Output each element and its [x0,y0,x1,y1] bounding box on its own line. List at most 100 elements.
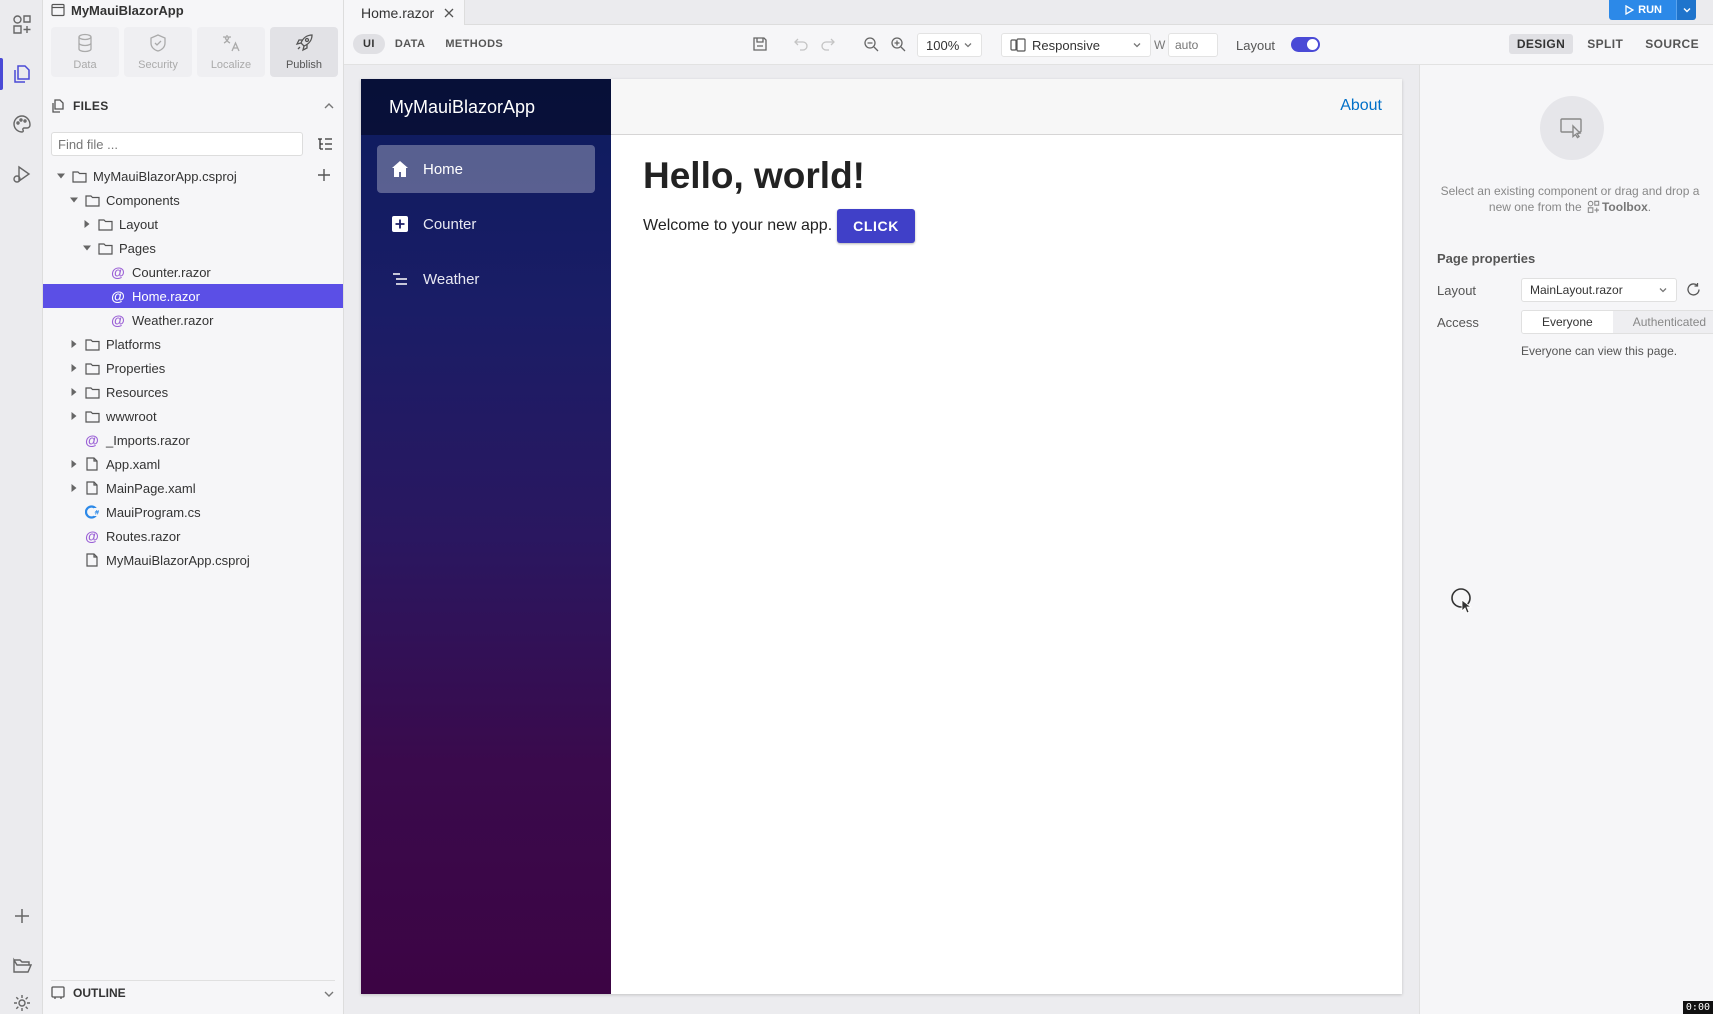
run-debug-activity-button[interactable] [0,154,43,194]
mode-ui[interactable]: UI [353,34,385,54]
tree-item[interactable]: wwwroot [43,404,343,428]
device-select[interactable]: Responsive [1001,33,1151,57]
caret-right-icon[interactable] [68,364,80,372]
toolbox-activity-button[interactable] [0,4,43,44]
preview-nav-weather[interactable]: Weather [377,255,595,303]
files-section-header[interactable]: FILES [51,94,335,118]
theme-activity-button[interactable] [0,104,43,144]
preview-nav-label: Home [423,160,464,178]
tree-item[interactable]: Resources [43,380,343,404]
tree-item[interactable]: @ _Imports.razor [43,428,343,452]
play-icon [1625,5,1635,15]
open-folder-activity-button[interactable] [0,946,43,986]
tree-item[interactable]: Platforms [43,332,343,356]
mode-data[interactable]: DATA [385,34,436,54]
caret-down-icon[interactable] [68,196,80,204]
view-source[interactable]: SOURCE [1637,34,1707,54]
tree-item[interactable]: MyMauiBlazorApp.csproj [43,164,343,188]
select-component-placeholder [1540,96,1604,160]
plus-icon[interactable] [317,168,331,182]
tree-view-toggle-button[interactable] [311,132,339,156]
width-label: W [1154,38,1166,52]
preview-about-link[interactable]: About [1340,97,1382,115]
zoom-select[interactable]: 100% [917,33,982,57]
data-tool-button[interactable]: Data [51,27,119,77]
list-icon [393,273,407,285]
tree-item[interactable]: MainPage.xaml [43,476,343,500]
preview-click-button[interactable]: CLICK [837,209,915,243]
tree-item[interactable]: @ Weather.razor [43,308,343,332]
find-file-input[interactable] [51,132,303,156]
save-icon[interactable] [752,36,768,52]
tree-item[interactable]: # MauiProgram.cs [43,500,343,524]
layout-toggle[interactable] [1291,37,1320,52]
view-split[interactable]: SPLIT [1579,34,1631,54]
zoom-value: 100% [926,37,960,53]
tree-item[interactable]: MyMauiBlazorApp.csproj [43,548,343,572]
tree-item[interactable]: @ Counter.razor [43,260,343,284]
refresh-icon[interactable] [1686,282,1701,297]
localize-tool-button[interactable]: Localize [197,27,265,77]
mode-methods[interactable]: METHODS [435,34,513,54]
zoom-in-icon[interactable] [890,36,906,52]
tree-item-label: MyMauiBlazorApp.csproj [93,168,237,184]
caret-right-icon[interactable] [68,460,80,468]
caret-right-icon[interactable] [68,412,80,420]
zoom-out-icon[interactable] [863,36,879,52]
tree-item[interactable]: Pages [43,236,343,260]
files-icon [52,99,64,113]
chevron-down-icon[interactable] [323,988,335,1000]
toolbox-link[interactable]: Toolbox [1602,200,1648,214]
publish-tool-button[interactable]: Publish [270,27,338,77]
view-design[interactable]: DESIGN [1508,34,1574,54]
run-button[interactable]: RUN [1609,0,1676,20]
caret-down-icon[interactable] [81,244,93,252]
tree-item-label: MyMauiBlazorApp.csproj [106,552,250,568]
add-activity-button[interactable] [0,896,43,936]
files-activity-button[interactable] [0,54,43,94]
app-preview[interactable]: MyMauiBlazorApp Home Counter Weather Abo… [361,79,1402,994]
tree-item[interactable]: @ Home.razor [43,284,343,308]
preview-brand[interactable]: MyMauiBlazorApp [361,79,611,135]
folder-icon-wrap [71,168,87,184]
folder-open-icon [12,957,32,973]
plus-icon [392,216,408,232]
tree-item-label: Routes.razor [106,528,181,544]
tree-item[interactable]: Layout [43,212,343,236]
razor-icon: @ [85,432,99,448]
caret-right-icon[interactable] [68,340,80,348]
design-canvas[interactable]: MyMauiBlazorApp Home Counter Weather Abo… [344,65,1419,1014]
preview-nav-counter[interactable]: Counter [377,200,595,248]
caret-down-icon[interactable] [55,172,67,180]
layout-property-select[interactable]: MainLayout.razor [1521,278,1677,302]
tree-item[interactable]: App.xaml [43,452,343,476]
toolbox-icon [1587,200,1600,213]
security-tool-button[interactable]: Security [124,27,192,77]
outline-section-header[interactable]: OUTLINE [51,980,335,1004]
activity-bar [0,0,43,1014]
tree-item[interactable]: Components [43,188,343,212]
tree-item[interactable]: Properties [43,356,343,380]
width-input[interactable] [1168,33,1218,57]
caret-right-icon[interactable] [81,220,93,228]
access-everyone[interactable]: Everyone [1522,311,1613,333]
caret-right-icon[interactable] [68,484,80,492]
run-options-button[interactable] [1676,0,1696,20]
palette-icon [12,115,31,133]
recording-timer: 0:00 [1682,1001,1713,1014]
access-authenticated[interactable]: Authenticated [1612,311,1713,333]
tab-home-razor[interactable]: Home.razor [344,0,466,25]
tree-item-label: wwwroot [106,408,157,424]
caret-right-icon[interactable] [68,388,80,396]
preview-heading[interactable]: Hello, world! [643,155,915,197]
preview-welcome-text[interactable]: Welcome to your new app. [643,217,832,235]
tree-item[interactable]: @ Routes.razor [43,524,343,548]
settings-activity-button[interactable] [0,994,43,1014]
properties-panel: Select an existing component or drag and… [1419,65,1713,1014]
folder-icon-wrap [97,216,113,232]
close-icon[interactable] [444,8,454,18]
preview-nav-home[interactable]: Home [377,145,595,193]
chevron-up-icon[interactable] [323,100,335,112]
undo-icon[interactable] [794,37,808,51]
redo-icon[interactable] [821,37,835,51]
